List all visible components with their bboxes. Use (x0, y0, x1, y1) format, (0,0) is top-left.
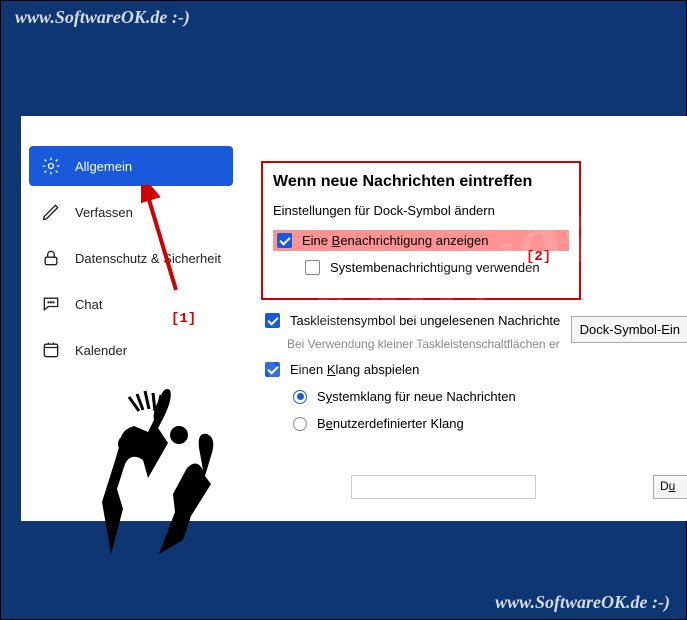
calendar-icon (41, 340, 61, 360)
sidebar-item-chat[interactable]: Chat (29, 284, 233, 324)
sidebar-item-label: Kalender (75, 343, 127, 358)
highlighted-region: Wenn neue Nachrichten eintreffen Einstel… (261, 161, 581, 300)
checkbox-sound[interactable] (265, 362, 280, 377)
radio-label: Benutzerdefinierter Klang (317, 416, 464, 431)
section-subline: Einstellungen für Dock-Symbol ändern (273, 203, 569, 218)
browse-button[interactable]: Du (653, 475, 687, 499)
checkbox-row-notify[interactable]: Eine Benachrichtigung anzeigen (273, 230, 569, 251)
dock-symbol-button[interactable]: Dock-Symbol-Ein (571, 316, 687, 343)
checkbox-label: Taskleistensymbol bei ungelesenen Nachri… (290, 313, 560, 328)
watermark-top-left: www.SoftwareOK.de :-) (15, 7, 190, 28)
checkbox-label: Eine Benachrichtigung anzeigen (302, 233, 488, 248)
gear-icon (41, 156, 61, 176)
watermark-bottom-right: www.SoftwareOK.de :-) (495, 592, 670, 613)
checkbox-label: Systembenachrichtigung verwenden (330, 260, 540, 275)
lock-icon (41, 248, 61, 268)
radio-row-custom[interactable]: Benutzerdefinierter Klang (289, 413, 687, 434)
settings-window: Allgemein Verfassen Datenschutz & Sicher… (21, 116, 687, 521)
checkbox-row-sysnotify[interactable]: Systembenachrichtigung verwenden (301, 257, 569, 278)
sidebar-item-datenschutz[interactable]: Datenschutz & Sicherheit (29, 238, 233, 278)
pencil-icon (41, 202, 61, 222)
checkbox-row-sound[interactable]: Einen Klang abspielen (261, 359, 687, 380)
chat-icon (41, 294, 61, 314)
radio-systemklang[interactable] (293, 390, 307, 404)
radio-custom[interactable] (293, 417, 307, 431)
sidebar: Allgemein Verfassen Datenschutz & Sicher… (21, 116, 241, 384)
sidebar-item-label: Chat (75, 297, 102, 312)
sidebar-item-verfassen[interactable]: Verfassen (29, 192, 233, 232)
sidebar-item-allgemein[interactable]: Allgemein (29, 146, 233, 186)
checkbox-sysnotify[interactable] (305, 260, 320, 275)
radio-label: Systemklang für neue Nachrichten (317, 389, 516, 404)
sidebar-item-kalender[interactable]: Kalender (29, 330, 233, 370)
section-heading: Wenn neue Nachrichten eintreffen (273, 173, 569, 191)
checkbox-label: Einen Klang abspielen (290, 362, 419, 377)
sidebar-item-label: Datenschutz & Sicherheit (75, 251, 221, 266)
checkbox-notify[interactable] (277, 233, 292, 248)
sidebar-item-label: Verfassen (75, 205, 133, 220)
radio-row-systemklang[interactable]: Systemklang für neue Nachrichten (289, 386, 687, 407)
checkbox-taskbar[interactable] (265, 313, 280, 328)
sound-file-input[interactable] (351, 475, 536, 499)
sidebar-item-label: Allgemein (75, 159, 132, 174)
